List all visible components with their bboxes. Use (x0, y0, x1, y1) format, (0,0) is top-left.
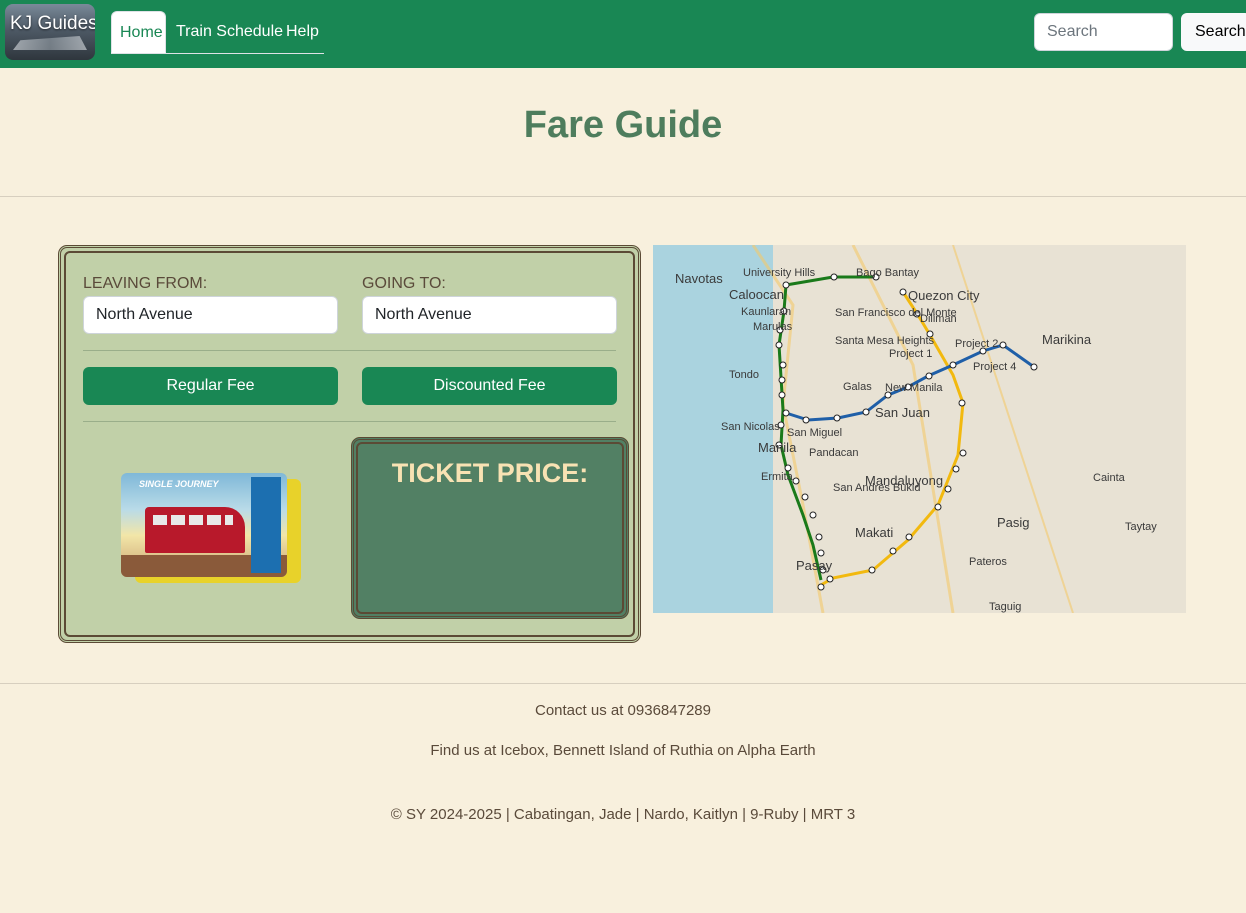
going-to-label: GOING TO: (362, 275, 446, 292)
map-label: Taguig (989, 601, 1022, 613)
station-list-graphic (251, 477, 281, 573)
ticket-caption: SINGLE JOURNEY (139, 479, 219, 489)
map-label: San Miguel (787, 427, 843, 439)
map-label: Santa Mesa Heights (835, 335, 935, 347)
train-windows (153, 515, 233, 525)
brand-building-graphic (13, 36, 87, 50)
map-label: Bago Bantay (856, 267, 919, 279)
footer-contact: Contact us at 0936847289 (535, 702, 711, 719)
map-label: Quezon City (908, 288, 980, 303)
map-label: Project 1 (889, 348, 933, 360)
leaving-from-label: LEAVING FROM: (83, 275, 208, 292)
map-label: Marikina (1042, 332, 1092, 347)
ticket-card-front: SINGLE JOURNEY (121, 473, 287, 577)
map-label: Manila (758, 440, 797, 455)
ticket-price-label: TICKET PRICE: (391, 458, 589, 488)
regular-fee-button[interactable]: Regular Fee (83, 367, 338, 405)
ticket-card-image: SINGLE JOURNEY (121, 473, 306, 585)
tab-help[interactable]: Help (278, 11, 327, 53)
page-title: Fare Guide (523, 104, 723, 146)
footer-copyright: © SY 2024-2025 | Cabatingan, Jade | Nard… (390, 806, 856, 823)
form-divider (83, 421, 616, 422)
map-label: Makati (855, 525, 894, 540)
map-label: Pateros (969, 556, 1007, 568)
map-label: Project 2 (955, 338, 999, 350)
ticket-price-box: TICKET PRICE: (351, 437, 629, 619)
nav-tabs: Home Train Schedule Help (111, 11, 324, 54)
brand-logo[interactable]: KJ Guides (5, 4, 95, 60)
fare-panel: LEAVING FROM: North Avenue GOING TO: Nor… (58, 245, 641, 643)
navbar: KJ Guides Home Train Schedule Help Searc… (0, 0, 1246, 68)
search-button[interactable]: Search (1181, 13, 1246, 51)
leaving-from-select[interactable]: North Avenue (83, 296, 338, 334)
map-label: New Manila (885, 382, 943, 394)
map-label: Marulas (753, 321, 793, 333)
map-label: Kaunlaran (741, 306, 792, 318)
map-label: Galas (843, 381, 872, 393)
map-label: San Juan (875, 405, 930, 420)
divider (0, 196, 1246, 197)
tab-home[interactable]: Home (111, 11, 166, 53)
map-label: Project 4 (973, 361, 1017, 373)
search-input[interactable] (1034, 13, 1173, 51)
map-label: San Andres Bukid (833, 482, 921, 494)
tab-train-schedule[interactable]: Train Schedule (168, 11, 291, 53)
map-label: Ermita (761, 471, 793, 483)
map-label: Tondo (729, 369, 759, 381)
brand-name: KJ Guides (10, 13, 95, 34)
form-divider (83, 350, 616, 351)
footer-divider (0, 683, 1246, 684)
map-label: University Hills (743, 267, 816, 279)
map-label: San Nicolas (721, 421, 780, 433)
map-label: Taytay (1125, 521, 1157, 533)
map-label: Cainta (1093, 472, 1125, 484)
discounted-fee-button[interactable]: Discounted Fee (362, 367, 617, 405)
metro-map: Navotas Caloocan Quezon City Marikina Ma… (653, 245, 1186, 613)
going-to-select[interactable]: North Avenue (362, 296, 617, 334)
footer-address: Find us at Icebox, Bennett Island of Rut… (430, 742, 816, 759)
train-graphic (145, 507, 245, 553)
map-label: Pasay (796, 558, 833, 573)
map-label: Navotas (675, 271, 723, 286)
map-label: Pasig (997, 515, 1030, 530)
map-label: Caloocan (729, 287, 784, 302)
map-label: San Francisco del Monte (835, 307, 957, 319)
map-label: Pandacan (809, 447, 859, 459)
